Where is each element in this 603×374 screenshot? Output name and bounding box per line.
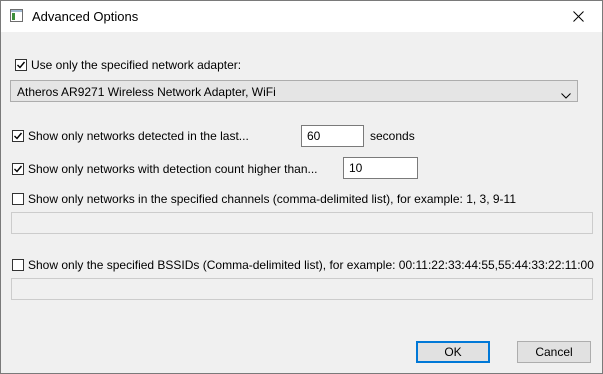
adapter-checkbox[interactable] (15, 59, 27, 71)
title-bar[interactable]: Advanced Options (1, 1, 602, 32)
close-button[interactable] (556, 1, 602, 32)
chevron-down-icon (561, 88, 571, 102)
adapter-select[interactable]: Atheros AR9271 Wireless Network Adapter,… (10, 80, 578, 102)
dialog-content: Use only the specified network adapter: … (1, 32, 602, 373)
detected-last-option[interactable]: Show only networks detected in the last.… (12, 129, 249, 143)
bssids-checkbox[interactable] (12, 259, 24, 271)
bssids-option[interactable]: Show only the specified BSSIDs (Comma-de… (12, 258, 594, 272)
window-title: Advanced Options (32, 9, 139, 24)
detected-last-checkbox[interactable] (12, 130, 24, 142)
detected-last-seconds-input[interactable]: 60 (301, 125, 364, 147)
detection-count-label: Show only networks with detection count … (28, 162, 318, 176)
ok-button[interactable]: OK (416, 341, 490, 363)
close-icon (573, 11, 584, 22)
channels-option[interactable]: Show only networks in the specified chan… (12, 192, 516, 206)
bssids-input[interactable] (11, 278, 593, 300)
detection-count-checkbox[interactable] (12, 163, 24, 175)
cancel-button[interactable]: Cancel (517, 341, 591, 363)
seconds-label: seconds (370, 129, 415, 143)
detected-last-label: Show only networks detected in the last.… (28, 129, 249, 143)
window-app-icon (10, 9, 23, 22)
checkmark-icon (17, 61, 26, 69)
advanced-options-dialog: Advanced Options Use only the specified … (0, 0, 603, 374)
adapter-label: Use only the specified network adapter: (31, 58, 242, 72)
detection-count-input[interactable]: 10 (343, 157, 418, 179)
bssids-label: Show only the specified BSSIDs (Comma-de… (28, 258, 594, 272)
checkmark-icon (14, 165, 23, 173)
adapter-option[interactable]: Use only the specified network adapter: (15, 58, 241, 72)
detection-count-option[interactable]: Show only networks with detection count … (12, 162, 318, 176)
channels-input[interactable] (11, 212, 593, 234)
adapter-selected-value: Atheros AR9271 Wireless Network Adapter,… (17, 85, 276, 99)
checkmark-icon (14, 132, 23, 140)
channels-checkbox[interactable] (12, 193, 24, 205)
channels-label: Show only networks in the specified chan… (28, 192, 516, 206)
